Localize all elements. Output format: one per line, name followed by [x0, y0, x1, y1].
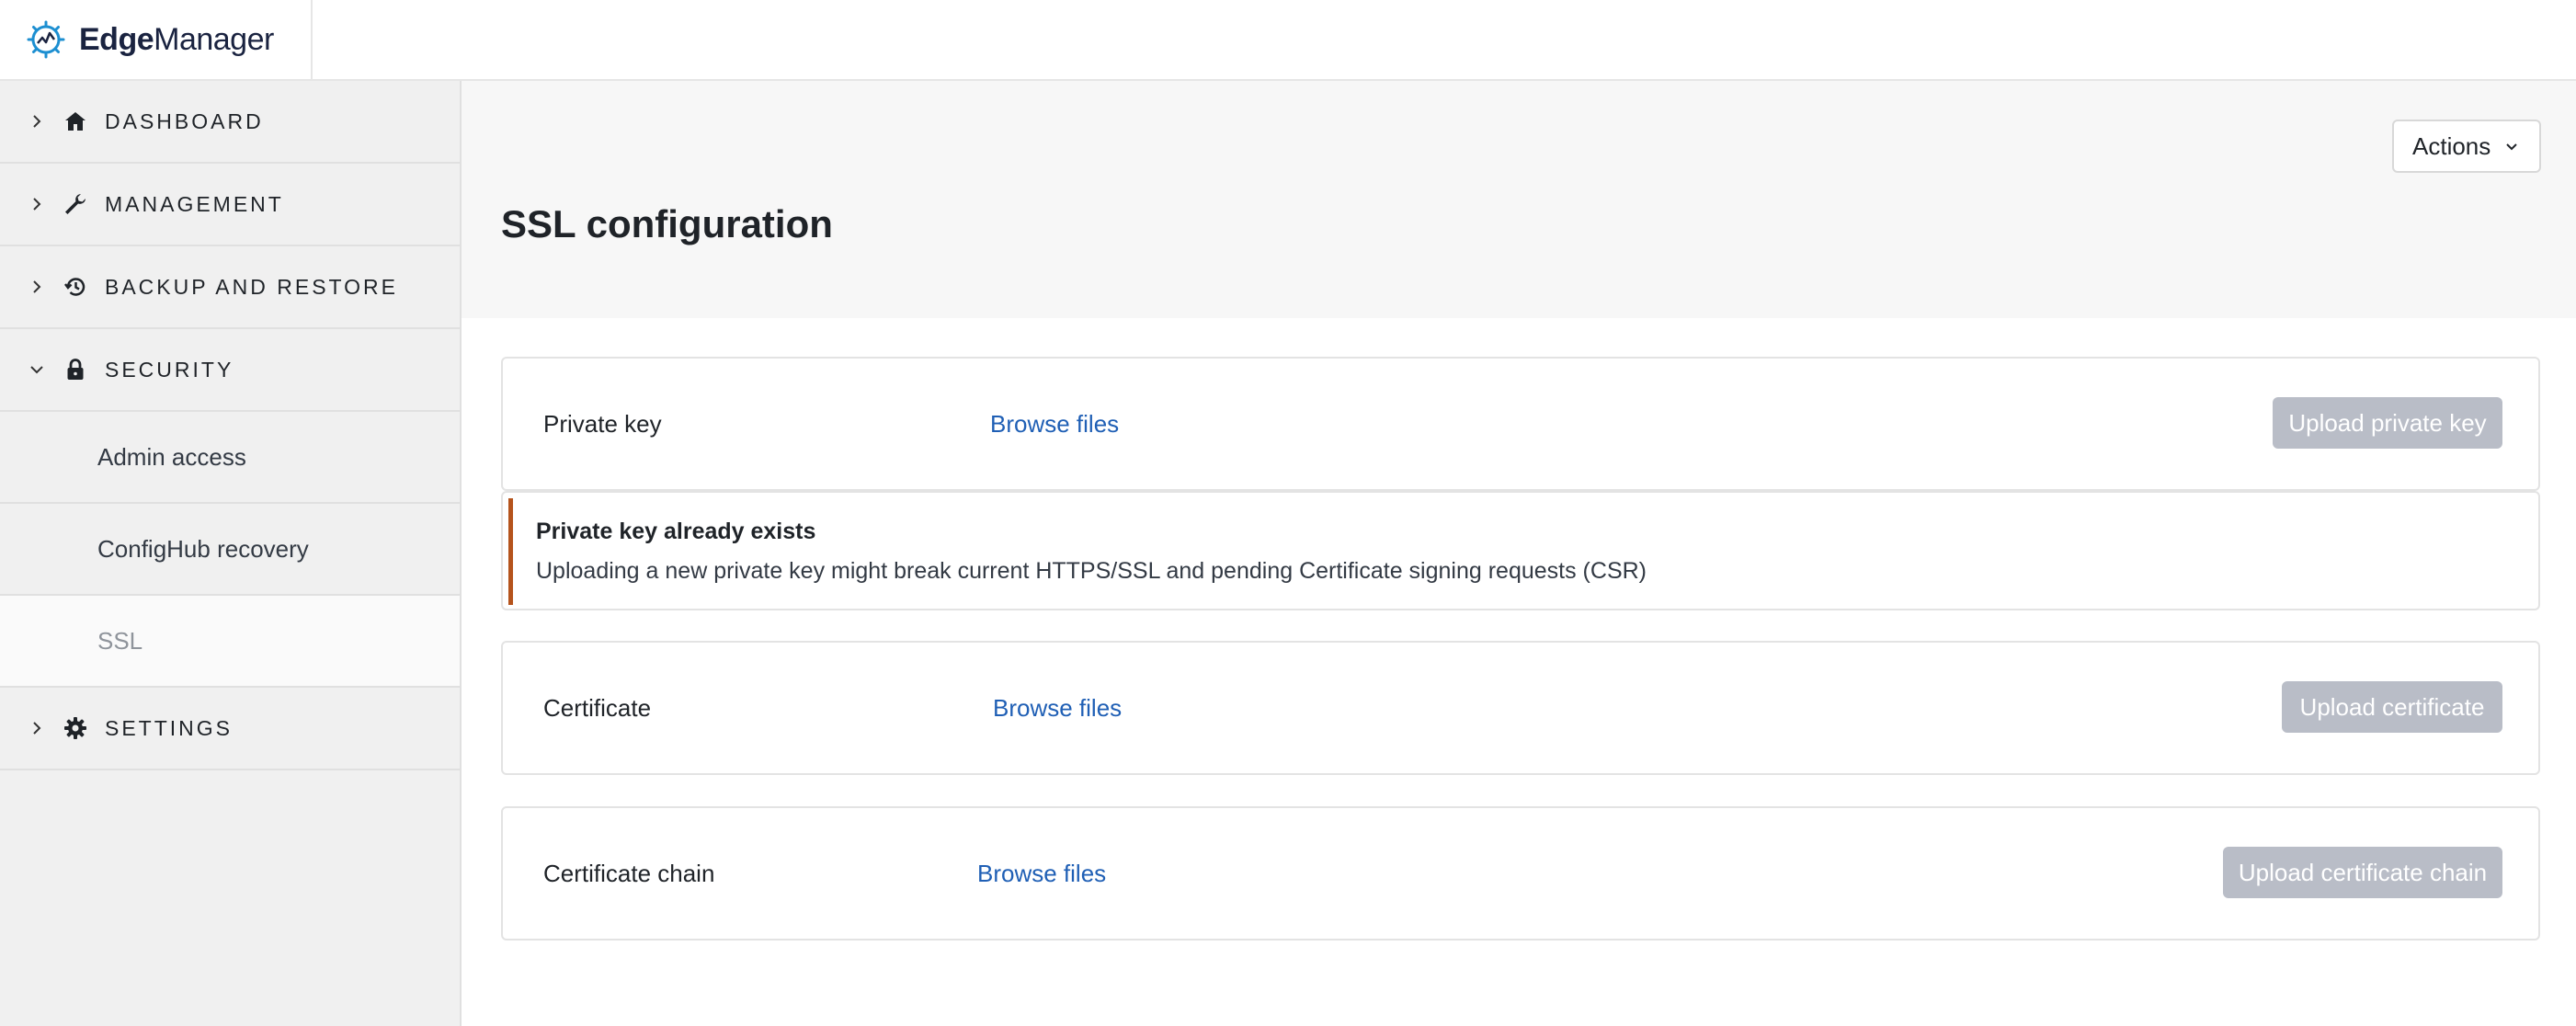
wrench-icon — [65, 194, 85, 214]
sidebar-item-settings[interactable]: SETTINGS — [0, 688, 460, 770]
certificate-chain-label: Certificate chain — [543, 860, 715, 887]
sidebar-item-dashboard[interactable]: DASHBOARD — [0, 81, 460, 164]
upload-certificate-chain-button[interactable]: Upload certificate chain — [2223, 847, 2502, 898]
main-content: Actions SSL configuration Private key Br… — [462, 81, 2576, 1026]
chevron-right-icon — [33, 722, 41, 735]
sidebar-item-label: SETTINGS — [105, 715, 234, 740]
history-icon — [64, 278, 85, 296]
lock-icon — [67, 359, 84, 380]
private-key-warning: Private key already exists Uploading a n… — [501, 491, 2540, 610]
top-bar: EdgeManager — [0, 0, 2576, 81]
certificate-chain-card: Certificate chain Browse files Upload ce… — [501, 806, 2540, 940]
page-header: Actions SSL configuration — [462, 81, 2576, 318]
sidebar-item-label: BACKUP AND RESTORE — [105, 274, 399, 299]
chevron-right-icon — [33, 198, 41, 211]
chevron-down-icon — [30, 366, 43, 374]
sidebar-subitem-admin-access[interactable]: Admin access — [0, 412, 460, 504]
sidebar: DASHBOARD MANAGEMENT BACKUP AND RESTORE … — [0, 81, 462, 1026]
warning-title: Private key already exists — [536, 519, 816, 544]
sidebar-item-label: DASHBOARD — [105, 108, 264, 133]
gear-icon — [64, 717, 86, 739]
sidebar-item-security[interactable]: SECURITY — [0, 329, 460, 412]
chevron-right-icon — [33, 280, 41, 293]
chevron-down-icon — [2506, 143, 2517, 151]
certificate-chain-browse-link[interactable]: Browse files — [977, 860, 1106, 888]
brand-name: EdgeManager — [79, 21, 274, 57]
certificate-browse-link[interactable]: Browse files — [993, 694, 1122, 723]
edgemanager-logo-icon — [27, 20, 65, 59]
warning-accent-bar — [508, 498, 513, 605]
chevron-right-icon — [33, 115, 41, 128]
brand[interactable]: EdgeManager — [0, 0, 313, 79]
actions-dropdown-button[interactable]: Actions — [2392, 120, 2541, 173]
sidebar-item-backup-and-restore[interactable]: BACKUP AND RESTORE — [0, 246, 460, 329]
sidebar-subitem-ssl[interactable]: SSL — [0, 596, 460, 688]
certificate-label: Certificate — [543, 694, 652, 722]
sidebar-item-label: SECURITY — [105, 357, 234, 382]
warning-text: Uploading a new private key might break … — [536, 558, 1647, 584]
actions-button-label: Actions — [2412, 131, 2491, 160]
sidebar-item-label: MANAGEMENT — [105, 191, 284, 216]
private-key-label: Private key — [543, 410, 662, 438]
sidebar-subitem-confighub-recovery[interactable]: ConfigHub recovery — [0, 504, 460, 596]
page-title: SSL configuration — [501, 202, 833, 245]
upload-certificate-button[interactable]: Upload certificate — [2282, 681, 2502, 733]
home-icon — [65, 112, 85, 131]
private-key-browse-link[interactable]: Browse files — [990, 410, 1119, 439]
private-key-card: Private key Browse files Upload private … — [501, 357, 2540, 491]
upload-private-key-button[interactable]: Upload private key — [2273, 397, 2502, 449]
sidebar-item-management[interactable]: MANAGEMENT — [0, 164, 460, 246]
certificate-card: Certificate Browse files Upload certific… — [501, 641, 2540, 775]
